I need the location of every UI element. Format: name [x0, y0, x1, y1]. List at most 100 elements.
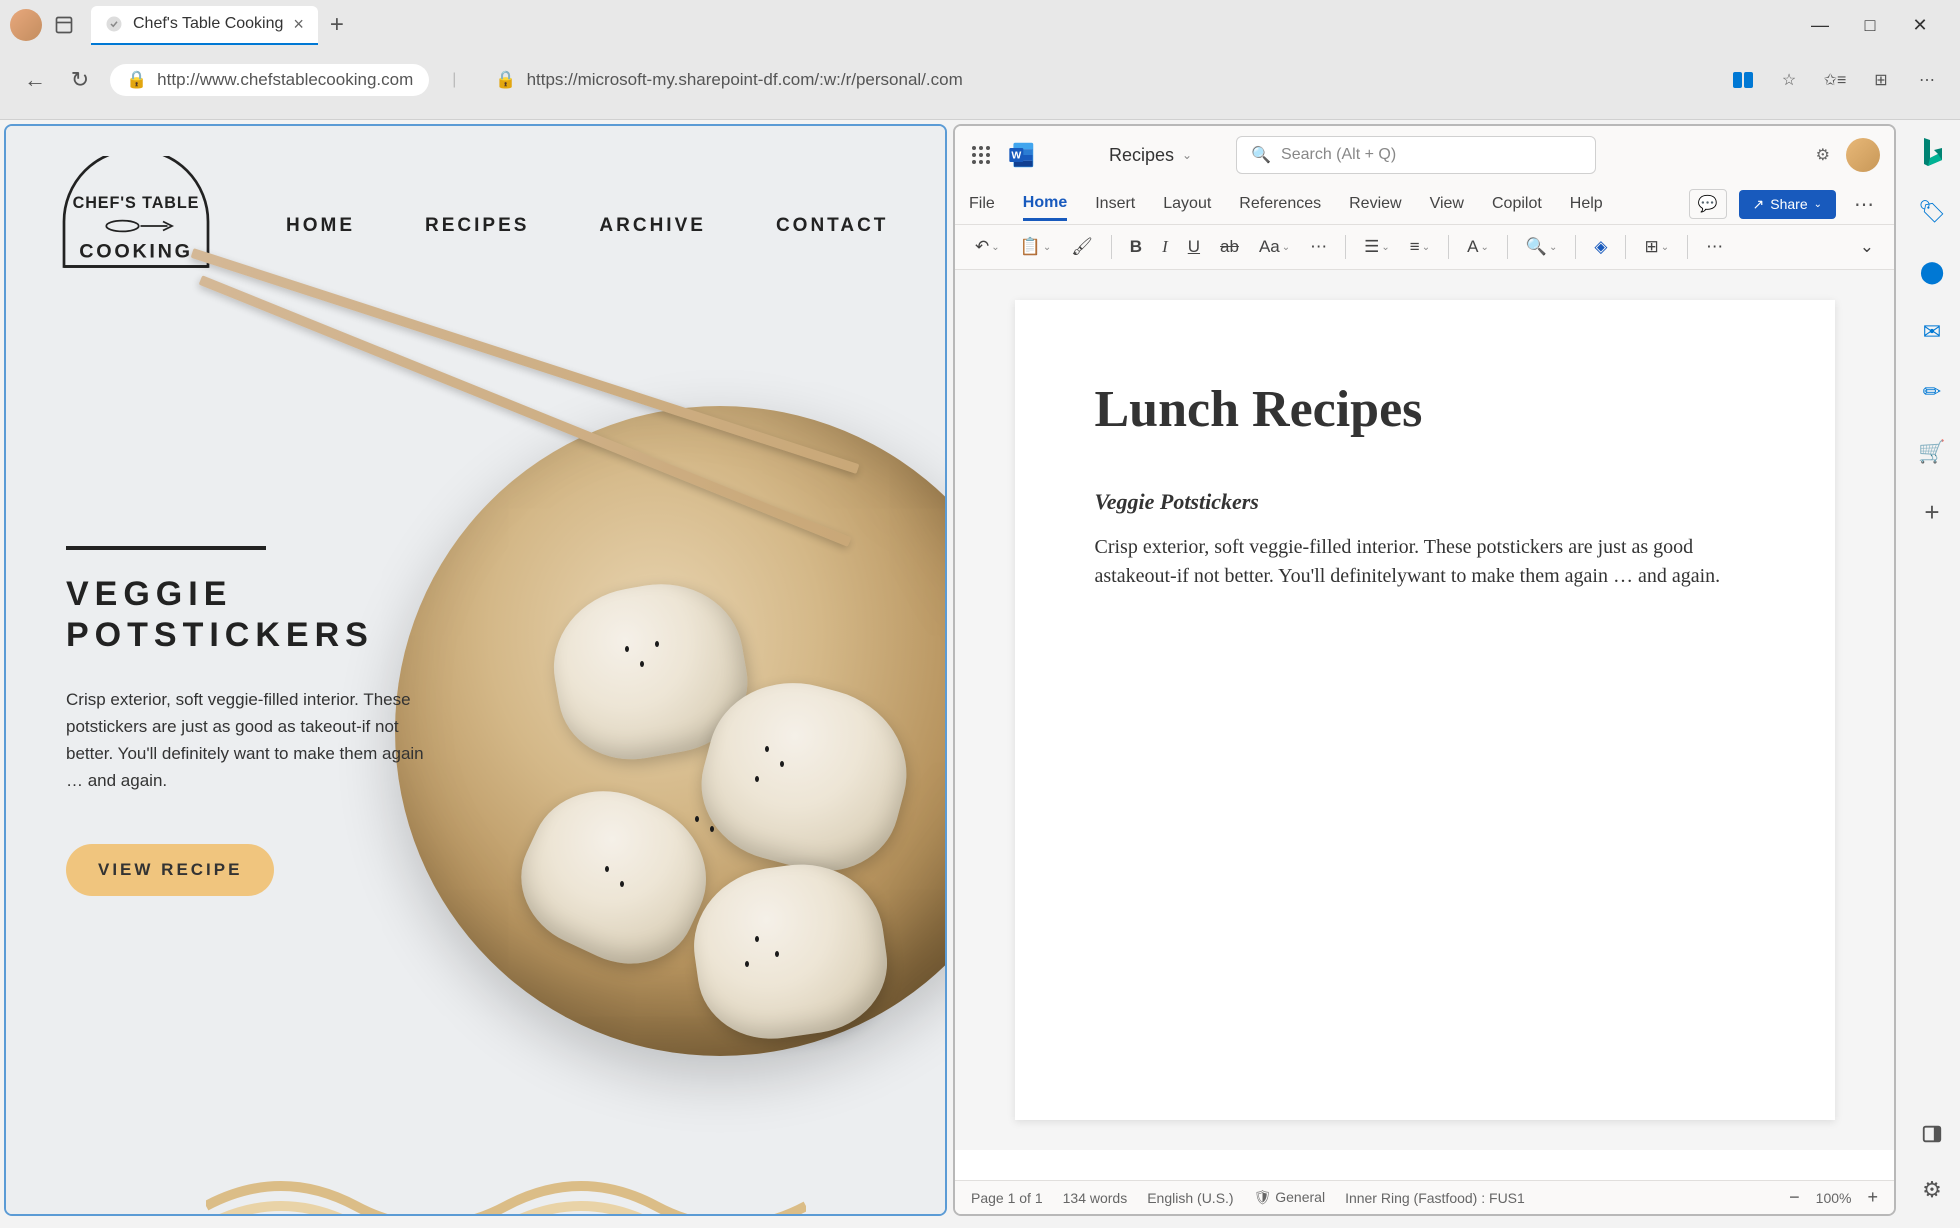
document-name[interactable]: Recipes: [1109, 145, 1174, 166]
doc-subtitle[interactable]: Veggie Potstickers: [1095, 489, 1755, 515]
sidebar-outlook-icon[interactable]: ✉: [1914, 314, 1950, 350]
view-recipe-button[interactable]: VIEW RECIPE: [66, 844, 274, 896]
tab-favicon-icon: [105, 15, 123, 33]
status-page[interactable]: Page 1 of 1: [971, 1190, 1043, 1206]
sidebar-shopping-icon[interactable]: 🛒: [1914, 434, 1950, 470]
svg-text:W: W: [1011, 150, 1021, 162]
minimize-button[interactable]: —: [1810, 15, 1830, 35]
ribbon-collapse-button[interactable]: ⌄: [1854, 233, 1880, 261]
tab-file[interactable]: File: [969, 189, 995, 219]
url-text-right: https://microsoft-my.sharepoint-df.com/:…: [527, 70, 963, 90]
table-button[interactable]: ⊞⌄: [1638, 233, 1675, 261]
document-page[interactable]: Lunch Recipes Veggie Potstickers Crisp e…: [1015, 300, 1835, 1120]
styles-button[interactable]: A⌄: [1461, 233, 1495, 261]
document-canvas[interactable]: Lunch Recipes Veggie Potstickers Crisp e…: [955, 270, 1894, 1150]
maximize-button[interactable]: □: [1860, 15, 1880, 35]
tab-view[interactable]: View: [1430, 189, 1464, 219]
tab-title: Chef's Table Cooking: [133, 15, 283, 33]
underline-button[interactable]: U: [1182, 233, 1206, 261]
doc-title[interactable]: Lunch Recipes: [1095, 380, 1755, 439]
hero-divider: [66, 546, 266, 550]
more-menu-icon[interactable]: ⋯: [1914, 67, 1940, 93]
browser-tab[interactable]: Chef's Table Cooking ×: [91, 6, 318, 45]
tab-close-icon[interactable]: ×: [293, 14, 304, 35]
font-size-button[interactable]: Aa⌄: [1253, 233, 1296, 261]
hero-title: VEGGIEPOTSTICKERS: [66, 574, 426, 656]
new-tab-button[interactable]: +: [330, 11, 344, 39]
app-launcher-icon[interactable]: [969, 143, 993, 167]
back-button[interactable]: ←: [20, 65, 50, 95]
zoom-out-button[interactable]: −: [1789, 1187, 1800, 1208]
bullets-button[interactable]: ☰⌄: [1358, 233, 1396, 261]
collections-icon[interactable]: ⊞: [1868, 67, 1894, 93]
sidebar-circle-icon[interactable]: ⬤: [1914, 254, 1950, 290]
zoom-level[interactable]: 100%: [1816, 1190, 1852, 1206]
find-button[interactable]: 🔍⌄: [1520, 233, 1564, 261]
status-words[interactable]: 134 words: [1063, 1190, 1128, 1206]
bing-chat-icon[interactable]: [1914, 134, 1950, 170]
nav-recipes[interactable]: RECIPES: [425, 215, 529, 237]
hero-description: Crisp exterior, soft veggie-filled inter…: [66, 686, 426, 795]
nav-home[interactable]: HOME: [286, 215, 355, 237]
word-app-icon[interactable]: W: [1007, 141, 1035, 169]
chevron-down-icon: ⌄: [1814, 199, 1822, 210]
lock-icon: 🔒: [126, 70, 147, 90]
user-avatar[interactable]: [1846, 138, 1880, 172]
share-button[interactable]: ↗ Share ⌄: [1739, 190, 1836, 219]
chevron-down-icon[interactable]: ⌄: [1182, 148, 1192, 162]
tab-references[interactable]: References: [1239, 189, 1321, 219]
url-separator: |: [452, 71, 456, 89]
toolbar-more-button[interactable]: ⋯: [1700, 233, 1729, 261]
status-general[interactable]: 🛡 General: [1254, 1189, 1325, 1206]
format-painter-button[interactable]: 🖌: [1065, 233, 1099, 261]
favorite-icon[interactable]: ☆: [1776, 67, 1802, 93]
svg-text:CHEF'S TABLE: CHEF'S TABLE: [73, 194, 200, 212]
sidebar-toggle-icon[interactable]: [1914, 1116, 1950, 1152]
copilot-button[interactable]: ◈: [1588, 233, 1613, 261]
align-button[interactable]: ≡⌄: [1404, 233, 1436, 261]
status-language[interactable]: English (U.S.): [1147, 1190, 1233, 1206]
tab-layout[interactable]: Layout: [1163, 189, 1211, 219]
search-input[interactable]: 🔍 Search (Alt + Q): [1236, 136, 1596, 174]
right-pane: W Recipes ⌄ 🔍 Search (Alt + Q) ⚙ File Ho…: [953, 124, 1896, 1216]
left-pane: CHEF'S TABLE COOKING HOME RECIPES ARCHIV…: [4, 124, 947, 1216]
nav-archive[interactable]: ARCHIVE: [599, 215, 706, 237]
doc-body[interactable]: Crisp exterior, soft veggie-filled inter…: [1095, 533, 1755, 591]
chef-logo[interactable]: CHEF'S TABLE COOKING: [46, 156, 226, 296]
settings-icon[interactable]: ⚙: [1816, 145, 1830, 165]
font-more-button[interactable]: ⋯: [1304, 233, 1333, 261]
tab-home[interactable]: Home: [1023, 188, 1067, 221]
tab-insert[interactable]: Insert: [1095, 189, 1135, 219]
bold-button[interactable]: B: [1124, 233, 1148, 261]
sidebar-edit-icon[interactable]: ✏: [1914, 374, 1950, 410]
paste-button[interactable]: 📋⌄: [1014, 233, 1058, 261]
status-ring: Inner Ring (Fastfood) : FUS1: [1345, 1190, 1525, 1206]
split-screen-icon[interactable]: [1730, 67, 1756, 93]
svg-text:COOKING: COOKING: [79, 241, 192, 263]
search-icon: 🔍: [1251, 145, 1271, 165]
nav-contact[interactable]: CONTACT: [776, 215, 888, 237]
comments-button[interactable]: 💬: [1689, 189, 1727, 219]
zoom-in-button[interactable]: +: [1867, 1187, 1878, 1208]
profile-avatar[interactable]: [10, 9, 42, 41]
address-bar-right[interactable]: 🔒 https://microsoft-my.sharepoint-df.com…: [479, 64, 978, 96]
lock-icon: 🔒: [495, 70, 516, 90]
search-placeholder: Search (Alt + Q): [1281, 146, 1396, 164]
sidebar-settings-icon[interactable]: ⚙: [1914, 1172, 1950, 1208]
tab-review[interactable]: Review: [1349, 189, 1401, 219]
tab-actions-icon[interactable]: [52, 13, 76, 37]
strikethrough-button[interactable]: ab: [1214, 233, 1245, 261]
ribbon-more-button[interactable]: ⋯: [1848, 192, 1880, 217]
sidebar-add-button[interactable]: +: [1914, 494, 1950, 530]
italic-button[interactable]: I: [1156, 233, 1174, 261]
wave-decoration: [206, 1146, 806, 1216]
favorites-list-icon[interactable]: ✩≡: [1822, 67, 1848, 93]
url-text-left: http://www.chefstablecooking.com: [157, 70, 413, 90]
sidebar-tag-icon[interactable]: 🏷: [1914, 194, 1950, 230]
tab-help[interactable]: Help: [1570, 189, 1603, 219]
address-bar-left[interactable]: 🔒 http://www.chefstablecooking.com: [110, 64, 429, 96]
close-window-button[interactable]: ✕: [1910, 15, 1930, 35]
tab-copilot[interactable]: Copilot: [1492, 189, 1542, 219]
refresh-button[interactable]: ↻: [65, 65, 95, 95]
undo-button[interactable]: ↶⌄: [969, 233, 1006, 261]
